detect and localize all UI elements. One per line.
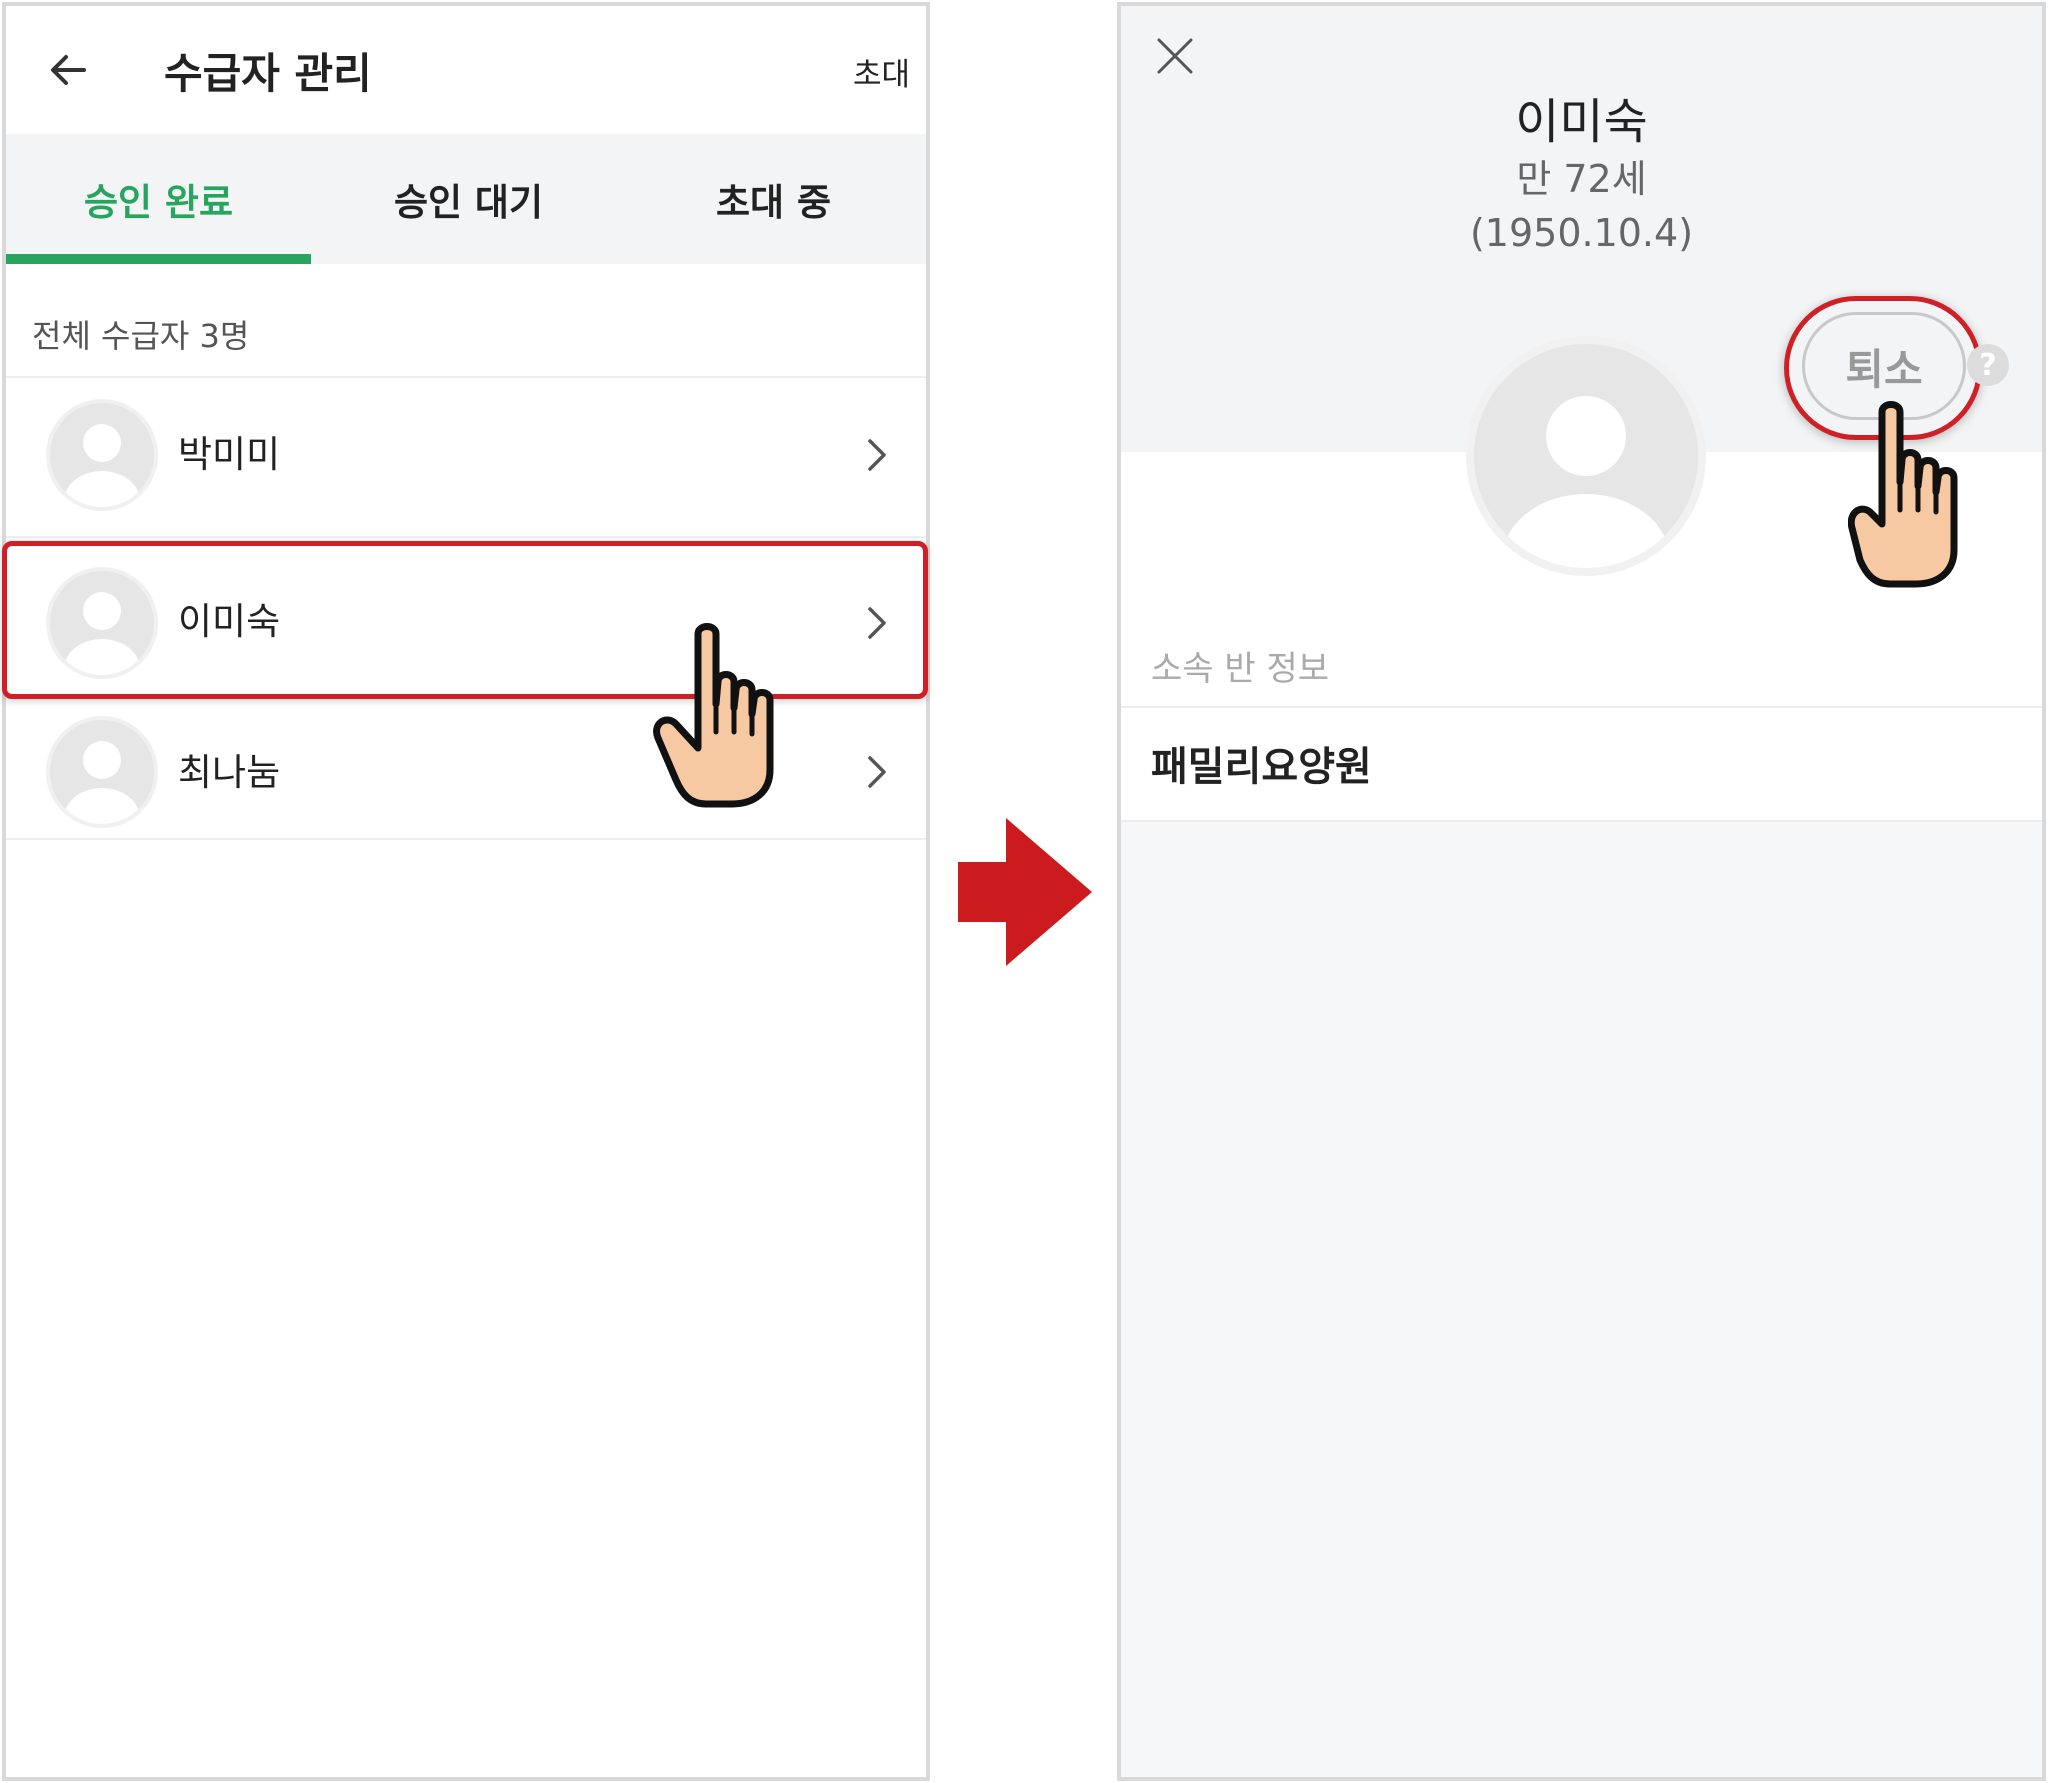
divider <box>6 838 926 840</box>
profile-avatar <box>1466 336 1706 576</box>
recipient-age: 만 72세 <box>1516 157 1647 201</box>
chevron-right-icon <box>868 756 886 788</box>
recipient-name: 최나눔 <box>178 751 281 794</box>
recipient-name: 이미숙 <box>1515 94 1648 150</box>
facility-name: 패밀리요양원 <box>1151 744 1372 790</box>
person-icon <box>64 741 140 824</box>
tab-approved[interactable]: 승인 완료 <box>6 134 311 264</box>
recipient-list-screen: 수급자 관리 초대 승인 완료 승인 대기 초대 중 전체 수급자 3명 박미미 <box>2 2 930 1781</box>
invite-button[interactable]: 초대 <box>853 54 910 96</box>
hand-pointer-icon <box>653 623 774 808</box>
top-bar: 수급자 관리 초대 <box>6 6 926 134</box>
person-icon <box>1502 396 1670 568</box>
section-label: 소속 반 정보 <box>1151 649 1330 689</box>
chevron-right-icon <box>868 439 886 471</box>
tab-inviting[interactable]: 초대 중 <box>621 134 926 264</box>
tab-bar: 승인 완료 승인 대기 초대 중 <box>6 134 926 264</box>
back-arrow-icon[interactable] <box>44 46 92 94</box>
help-icon[interactable]: ? <box>1967 344 2009 386</box>
close-icon[interactable] <box>1151 32 1199 80</box>
divider <box>1121 706 2042 708</box>
hand-pointer-icon <box>1848 401 1958 588</box>
active-tab-indicator <box>6 254 311 264</box>
recipient-name: 박미미 <box>178 433 281 476</box>
recipient-count-label: 전체 수급자 3명 <box>32 317 250 355</box>
recipient-detail-screen: 이미숙 만 72세 (1950.10.4) 퇴소 소속 반 정보 패밀리요양원 <box>1117 2 2046 1781</box>
recipient-row[interactable]: 박미미 <box>6 380 926 530</box>
divider <box>1121 820 2042 822</box>
avatar <box>46 399 158 511</box>
person-icon <box>64 424 140 507</box>
next-step-arrow-icon <box>958 818 1092 966</box>
avatar <box>46 716 158 828</box>
recipient-birthdate: (1950.10.4) <box>1469 211 1694 255</box>
divider <box>6 536 926 538</box>
tab-pending[interactable]: 승인 대기 <box>316 134 621 264</box>
page-title: 수급자 관리 <box>164 49 372 98</box>
divider <box>6 376 926 378</box>
